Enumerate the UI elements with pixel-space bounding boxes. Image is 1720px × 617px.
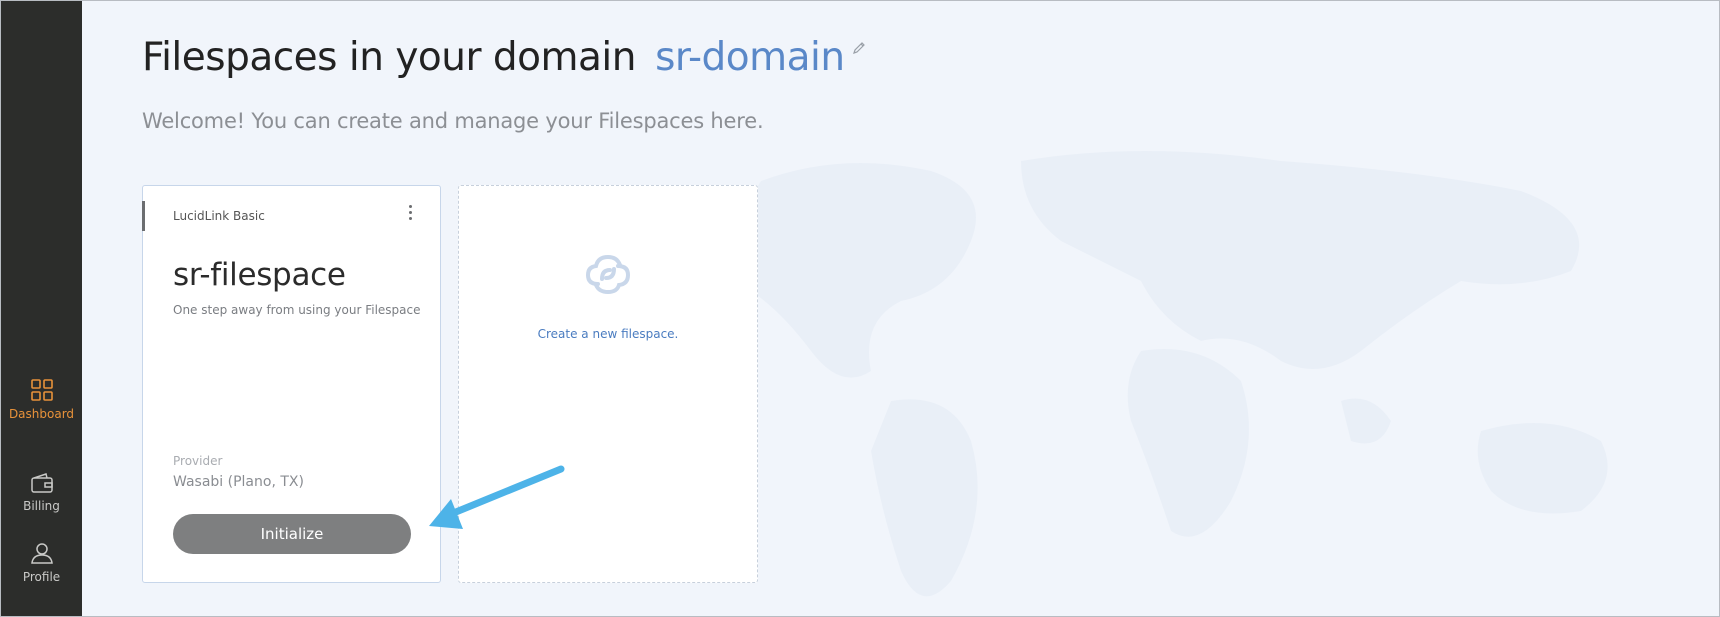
sidebar: Dashboard Billing Profile bbox=[1, 1, 82, 616]
app-window: Dashboard Billing Profile Filespaces in … bbox=[0, 0, 1720, 617]
provider-value: Wasabi (Plano, TX) bbox=[173, 474, 304, 490]
sidebar-item-label: Dashboard bbox=[8, 407, 75, 421]
user-icon bbox=[30, 543, 53, 564]
sidebar-item-billing[interactable]: Billing bbox=[1, 473, 82, 513]
create-filespace-link[interactable]: Create a new filespace. bbox=[459, 327, 757, 341]
welcome-text: Welcome! You can create and manage your … bbox=[142, 109, 764, 133]
world-map-background bbox=[738, 151, 1608, 597]
filespace-name: sr-filespace bbox=[173, 257, 346, 293]
grid-icon bbox=[30, 379, 53, 401]
sidebar-item-label: Profile bbox=[22, 570, 61, 584]
filespace-card: LucidLink Basic sr-filespace One step aw… bbox=[142, 185, 441, 583]
domain-name[interactable]: sr-domain bbox=[655, 35, 845, 80]
page-header: Filespaces in your domain sr-domain bbox=[142, 35, 866, 80]
cloud-link-icon bbox=[585, 254, 631, 294]
plan-label: LucidLink Basic bbox=[173, 209, 265, 223]
filespace-subtitle: One step away from using your Filespace bbox=[173, 303, 421, 317]
sidebar-item-label: Billing bbox=[23, 499, 60, 513]
more-options-icon[interactable] bbox=[407, 205, 413, 223]
sidebar-item-profile[interactable]: Profile bbox=[1, 542, 82, 584]
provider-label: Provider bbox=[173, 454, 223, 468]
card-accent-bar bbox=[142, 201, 145, 231]
page-title: Filespaces in your domain bbox=[142, 35, 637, 80]
pencil-icon[interactable] bbox=[852, 41, 866, 55]
initialize-button[interactable]: Initialize bbox=[173, 514, 411, 554]
wallet-icon bbox=[30, 473, 53, 493]
sidebar-item-dashboard[interactable]: Dashboard bbox=[1, 379, 82, 421]
annotation-arrow bbox=[429, 465, 565, 529]
